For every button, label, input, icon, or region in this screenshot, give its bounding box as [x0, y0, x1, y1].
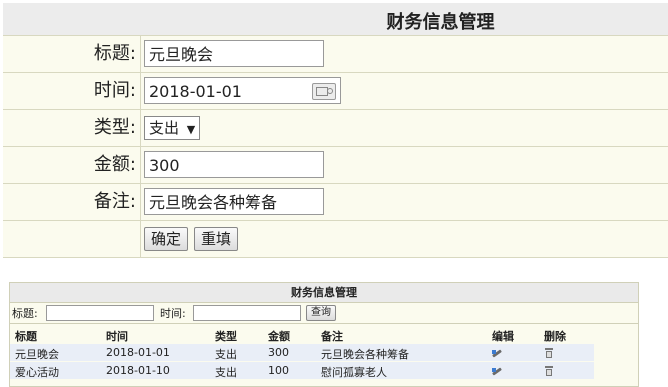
edit-icon[interactable]: [491, 348, 503, 358]
cell-note: 元旦晚会各种筹备: [321, 348, 409, 361]
form-title: 财务信息管理: [386, 12, 495, 33]
search-time-label: 时间:: [160, 307, 186, 320]
cell-time: 2018-01-01: [106, 346, 170, 359]
cell-type: 支出: [215, 348, 237, 361]
amount-label: 金额:: [3, 147, 141, 183]
cell-time: 2018-01-10: [106, 364, 170, 377]
cell-note: 慰问孤寡老人: [321, 366, 387, 379]
column-header: 编辑: [492, 330, 514, 343]
amount-input[interactable]: 300: [144, 151, 324, 178]
delete-icon[interactable]: [545, 348, 553, 358]
column-header: 标题: [15, 330, 37, 343]
column-header: 时间: [106, 330, 128, 343]
edit-icon[interactable]: [491, 366, 503, 376]
type-select[interactable]: 支出 ▼: [144, 116, 201, 140]
form-row-time: 时间: 2018-01-01: [3, 73, 668, 110]
cell-amount: 100: [268, 364, 289, 377]
confirm-button[interactable]: 确定: [144, 227, 189, 251]
form-row-actions: 确定 重填: [3, 221, 668, 258]
column-header: 类型: [215, 330, 237, 343]
delete-icon[interactable]: [545, 366, 553, 376]
title-label: 标题:: [3, 36, 141, 72]
dropdown-arrow-icon: ▼: [186, 123, 196, 136]
time-label: 时间:: [3, 73, 141, 109]
finance-list-panel: 财务信息管理 标题: 时间: 查询 标题 时间 类型 金额 备注 编辑 删除 元…: [9, 282, 639, 387]
time-input[interactable]: 2018-01-01: [144, 77, 341, 104]
reset-button[interactable]: 重填: [194, 227, 239, 251]
type-label: 类型:: [3, 110, 141, 146]
cell-title: 爱心活动: [15, 366, 59, 379]
search-button[interactable]: 查询: [306, 305, 336, 321]
cell-amount: 300: [268, 346, 289, 359]
finance-form: 财务信息管理 标题: 元旦晚会 时间: 2018-01-01 类型: 支出 ▼ …: [3, 3, 668, 260]
form-row-amount: 金额: 300: [3, 147, 668, 184]
note-input[interactable]: 元旦晚会各种筹备: [144, 188, 324, 215]
form-row-note: 备注: 元旦晚会各种筹备: [3, 184, 668, 221]
cell-type: 支出: [215, 366, 237, 379]
search-title-label: 标题:: [12, 307, 38, 320]
title-input[interactable]: 元旦晚会: [144, 40, 324, 67]
column-header: 金额: [268, 330, 290, 343]
list-title: 财务信息管理: [10, 283, 638, 303]
search-time-input[interactable]: [193, 305, 301, 321]
calendar-icon[interactable]: [312, 83, 336, 100]
search-bar: 标题: 时间: 查询: [10, 303, 638, 324]
form-title-bar: 财务信息管理: [3, 3, 668, 36]
table-row: 元旦晚会 2018-01-01 支出 300 元旦晚会各种筹备: [10, 344, 594, 361]
search-title-input[interactable]: [46, 305, 154, 321]
form-row-type: 类型: 支出 ▼: [3, 110, 668, 147]
table-row: 爱心活动 2018-01-10 支出 100 慰问孤寡老人: [10, 362, 594, 379]
list-header: 标题 时间 类型 金额 备注 编辑 删除: [10, 325, 638, 343]
column-header: 删除: [544, 330, 566, 343]
note-label: 备注:: [3, 184, 141, 220]
actions-label-cell: [3, 221, 141, 257]
time-value: 2018-01-01: [149, 82, 242, 101]
cell-title: 元旦晚会: [15, 348, 59, 361]
type-select-value: 支出: [149, 119, 180, 137]
form-row-title: 标题: 元旦晚会: [3, 36, 668, 73]
column-header: 备注: [321, 330, 343, 343]
